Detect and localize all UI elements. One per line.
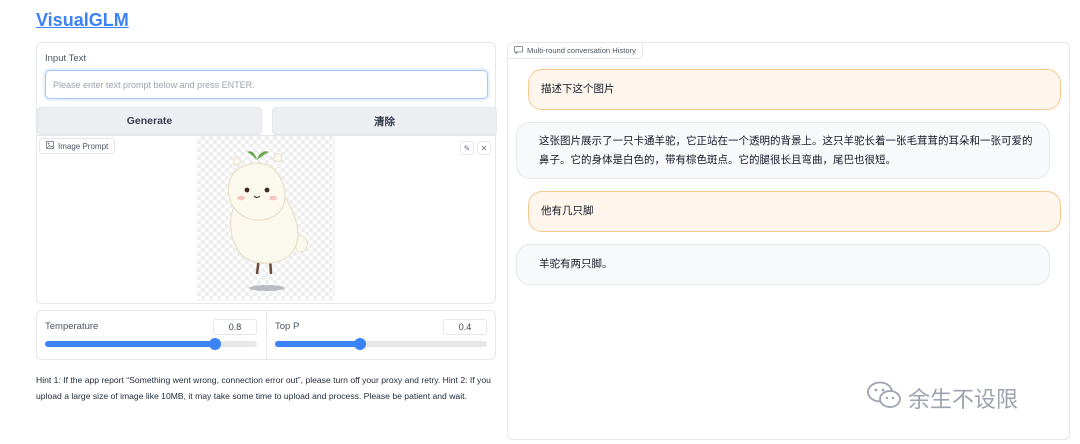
image-prompt-area[interactable]: Image Prompt ✎ ✕ — [37, 135, 495, 303]
top-p-label: Top P — [275, 321, 300, 332]
temperature-label: Temperature — [45, 321, 99, 332]
top-p-slider-fill — [275, 341, 360, 347]
app-title[interactable]: VisualGLM — [36, 10, 129, 31]
close-icon[interactable]: ✕ — [477, 141, 491, 155]
chat-message-user: 他有几只脚 — [528, 191, 1061, 232]
chat-history-label: Multi-round conversation History — [508, 43, 643, 59]
temperature-value[interactable]: 0.8 — [213, 319, 257, 335]
watermark-text: 余生不设限 — [908, 387, 1019, 412]
input-text-label: Input Text — [45, 53, 87, 64]
text-prompt-placeholder: Please enter text prompt below and press… — [53, 79, 255, 90]
temperature-slider-fill — [45, 341, 215, 347]
top-p-slider-block: Top P 0.4 — [275, 311, 487, 359]
pencil-icon[interactable]: ✎ — [460, 141, 474, 155]
image-preview — [197, 136, 335, 301]
hint-text: Hint 1: If the app report “Something wen… — [36, 375, 491, 401]
input-panel: Input Text Please enter text prompt belo… — [36, 42, 497, 304]
chat-message-bot: 这张图片展示了一只卡通羊驼，它正站在一个透明的背景上。这只羊驼长着一张毛茸茸的耳… — [516, 122, 1050, 179]
chat-history-label-text: Multi-round conversation History — [527, 46, 636, 55]
chat-icon — [514, 45, 523, 56]
image-icon — [46, 141, 54, 151]
image-prompt-label: Image Prompt — [39, 138, 116, 154]
text-prompt-input[interactable]: Please enter text prompt below and press… — [45, 70, 488, 99]
chat-message-user: 描述下这个图片 — [528, 69, 1061, 110]
sliders-panel: Temperature 0.8 Top P 0.4 — [36, 310, 496, 360]
temperature-slider-block: Temperature 0.8 — [45, 311, 257, 359]
top-p-value[interactable]: 0.4 — [443, 319, 487, 335]
divider — [266, 311, 267, 359]
wechat-icon — [866, 380, 902, 416]
generate-button[interactable]: Generate — [37, 107, 262, 135]
chat-message-bot: 羊驼有两只脚。 — [516, 244, 1050, 285]
clear-button[interactable]: 清除 — [272, 107, 497, 135]
temperature-slider-thumb[interactable] — [208, 338, 221, 350]
image-prompt-label-text: Image Prompt — [58, 141, 109, 151]
top-p-slider[interactable] — [275, 338, 487, 350]
watermark: 余生不设限 — [866, 380, 1018, 416]
alpaca-illustration — [227, 151, 308, 291]
temperature-slider[interactable] — [45, 338, 257, 350]
top-p-slider-thumb[interactable] — [353, 338, 366, 350]
